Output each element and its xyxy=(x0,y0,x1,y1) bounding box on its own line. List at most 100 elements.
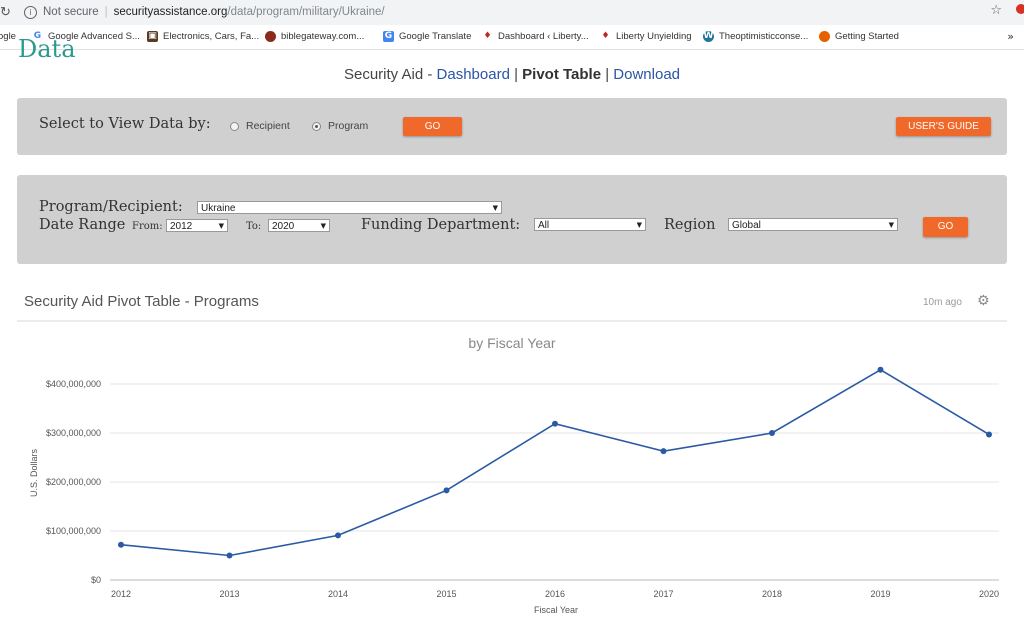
chevron-down-icon: ▼ xyxy=(888,221,894,229)
region-select[interactable]: Global ▼ xyxy=(728,218,898,231)
program-select-value: Ukraine xyxy=(201,203,236,214)
data-point[interactable] xyxy=(769,430,775,436)
funding-select-value: All xyxy=(538,220,550,231)
radio-dot xyxy=(230,121,239,131)
data-point[interactable] xyxy=(118,541,124,548)
y-axis-label: U.S. Dollars xyxy=(29,448,39,497)
x-tick-label: 2014 xyxy=(328,589,348,599)
bookmark-item[interactable]: ♦ Liberty Unyielding xyxy=(600,31,692,42)
line-chart: by Fiscal Year U.S. Dollars Fiscal Year … xyxy=(29,335,999,615)
data-point[interactable] xyxy=(660,448,667,455)
to-label: To: xyxy=(246,221,262,232)
url-separator: | xyxy=(104,6,108,18)
bookmark-star-icon[interactable]: ☆ xyxy=(990,3,1002,18)
bookmarks-bar: ogle G Google Advanced S... ▣ Electronics,… xyxy=(0,25,1024,50)
download-link[interactable]: Download xyxy=(613,66,680,83)
region-label: Region xyxy=(664,217,716,233)
data-point[interactable] xyxy=(443,487,450,494)
from-year-select[interactable]: 2012 ▼ xyxy=(166,219,228,232)
bookmark-item[interactable]: ogle xyxy=(0,31,16,42)
x-tick-label: 2019 xyxy=(870,589,890,599)
flame-icon: ♦ xyxy=(483,31,492,41)
flame-icon: ♦ xyxy=(601,31,610,41)
view-by-panel: Select to View Data by: Recipient Progra… xyxy=(17,98,1007,155)
region-select-value: Global xyxy=(732,220,761,231)
chevron-down-icon: ▼ xyxy=(636,221,642,229)
bookmark-item[interactable]: Getting Started xyxy=(819,31,899,42)
data-point[interactable] xyxy=(877,366,884,373)
from-year-value: 2012 xyxy=(170,221,193,232)
url-path: /data/program/military/Ukraine/ xyxy=(227,6,385,18)
bookmark-item[interactable]: biblegateway.com... xyxy=(265,31,364,42)
site-logo[interactable]: Data xyxy=(18,38,76,60)
reload-icon[interactable]: ↻ xyxy=(0,4,11,20)
data-point[interactable] xyxy=(552,420,558,427)
wordpress-icon: W xyxy=(703,31,714,42)
info-icon[interactable]: i xyxy=(24,5,37,19)
filter-panel: Program/Recipient: Ukraine ▼ Date Range F… xyxy=(17,175,1007,264)
bookmark-label: Google Translate xyxy=(399,31,472,42)
data-point[interactable] xyxy=(226,552,233,559)
bookmark-label: Dashboard ‹ Liberty... xyxy=(498,31,589,42)
dashboard-link[interactable]: Dashboard xyxy=(437,66,510,83)
bookmark-label: biblegateway.com... xyxy=(281,31,365,42)
updated-timestamp: 10m ago xyxy=(923,297,962,308)
users-guide-button[interactable]: USER'S GUIDE xyxy=(896,117,991,136)
url-field[interactable]: i Not secure | securityassistance.org/da… xyxy=(16,2,1012,22)
x-tick-label: 2013 xyxy=(219,589,239,599)
y-tick-label: $400,000,000 xyxy=(46,379,101,389)
bookmark-item[interactable]: ▣ Electronics, Cars, Fa... xyxy=(147,31,259,42)
bookmark-item[interactable]: ♦ Dashboard ‹ Liberty... xyxy=(482,31,589,42)
bookmark-label: Getting Started xyxy=(835,31,899,42)
view-by-label: Select to View Data by: xyxy=(39,116,211,132)
from-label: From: xyxy=(132,221,163,232)
gear-icon[interactable]: ⚙ xyxy=(977,293,990,309)
url-domain: securityassistance.org xyxy=(113,6,228,18)
y-tick-label: $300,000,000 xyxy=(46,428,101,438)
bookmark-label: ogle xyxy=(0,31,16,42)
subnav-pipe: | xyxy=(509,66,523,83)
to-year-value: 2020 xyxy=(272,221,295,232)
y-tick-label: $0 xyxy=(91,575,101,585)
x-tick-label: 2015 xyxy=(436,589,456,599)
chart-title: by Fiscal Year xyxy=(468,335,555,351)
filter-go-button[interactable]: GO xyxy=(923,217,968,237)
data-point[interactable] xyxy=(986,431,992,438)
firefox-icon xyxy=(819,31,830,42)
bookmark-item[interactable]: W Theoptimisticconse... xyxy=(703,31,808,42)
bookmarks-overflow-icon[interactable]: » xyxy=(1007,30,1014,43)
radio-label: Program xyxy=(328,120,369,132)
bookmark-label: Electronics, Cars, Fa... xyxy=(163,31,260,42)
extension-icon[interactable] xyxy=(1016,4,1024,14)
y-tick-label: $100,000,000 xyxy=(46,526,101,536)
program-select[interactable]: Ukraine ▼ xyxy=(197,201,502,214)
store-icon: ▣ xyxy=(147,31,158,42)
radio-label: Recipient xyxy=(246,120,290,132)
pivot-table-link[interactable]: Pivot Table xyxy=(522,66,601,83)
series-line xyxy=(120,368,990,557)
x-tick-label: 2016 xyxy=(545,589,565,599)
bookmark-label: Liberty Unyielding xyxy=(616,31,692,42)
y-tick-label: $200,000,000 xyxy=(46,477,101,487)
sub-navigation: Security Aid - Dashboard | Pivot Table |… xyxy=(0,66,1024,83)
radio-recipient[interactable]: Recipient xyxy=(230,120,290,132)
x-tick-label: 2017 xyxy=(653,589,673,599)
x-tick-label: 2018 xyxy=(762,589,782,599)
radio-dot xyxy=(312,121,321,131)
chart-series xyxy=(118,366,992,559)
x-axis-label: Fiscal Year xyxy=(534,605,578,615)
pivot-title: Security Aid Pivot Table - Programs xyxy=(24,293,259,310)
security-label: Not secure xyxy=(43,6,99,18)
funding-department-select[interactable]: All ▼ xyxy=(534,218,646,231)
to-year-select[interactable]: 2020 ▼ xyxy=(268,219,330,232)
subnav-pipe: | xyxy=(601,66,614,83)
browser-address-bar: ↻ i Not secure | securityassistance.org /… xyxy=(0,0,1024,26)
date-range-label: Date Range xyxy=(39,217,126,233)
book-icon xyxy=(265,31,276,42)
bookmark-item[interactable]: G Google Translate xyxy=(383,31,471,42)
subnav-prefix: Security Aid - xyxy=(343,66,437,83)
view-go-button[interactable]: GO xyxy=(403,117,462,136)
radio-program[interactable]: Program xyxy=(312,120,368,132)
chevron-down-icon: ▼ xyxy=(492,204,498,212)
data-point[interactable] xyxy=(335,532,341,539)
